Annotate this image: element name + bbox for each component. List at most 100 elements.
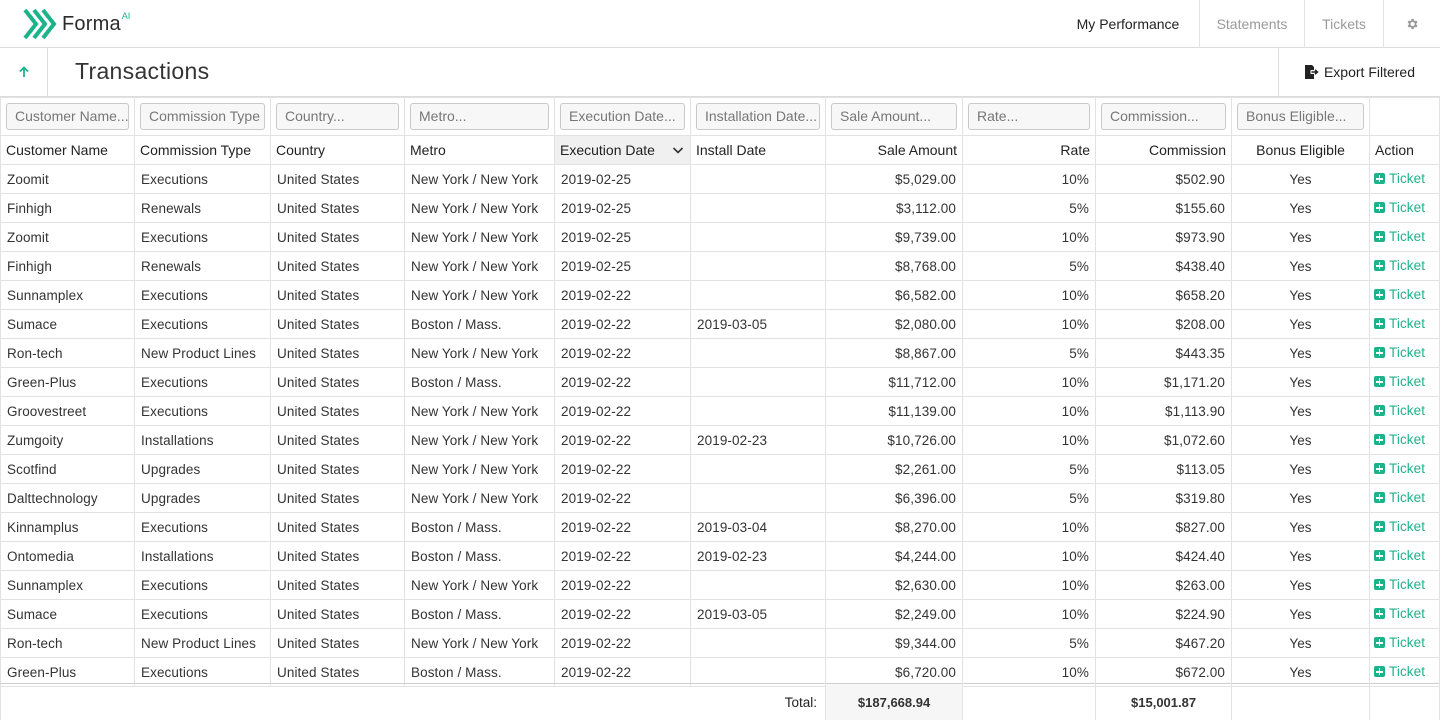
table-row[interactable]: Zumgoity Installations United States New Yo… [0, 425, 1440, 455]
totals-footer: Total: $187,668.94 $15,001.87 [0, 683, 1440, 720]
cell-country: United States [270, 251, 405, 281]
add-ticket-button[interactable]: Ticket [1374, 345, 1425, 360]
cell-install-date: 2019-03-05 [690, 309, 826, 339]
cell-commission-type: Executions [134, 570, 271, 600]
cell-bonus-eligible: Yes [1231, 570, 1370, 600]
table-row[interactable]: Ron-tech New Product Lines United States Ne… [0, 628, 1440, 658]
filter-cell: Execution Date... [554, 97, 691, 136]
filter-bonus-eligible-input[interactable]: Bonus Eligible... [1237, 103, 1364, 130]
cell-customer-name: Sunnamplex [0, 280, 135, 310]
filter-customer-name-input[interactable]: Customer Name... [6, 103, 129, 130]
add-ticket-button[interactable]: Ticket [1374, 287, 1425, 302]
column-header-sale-amount[interactable]: Sale Amount [825, 135, 963, 165]
table-row[interactable]: Finhigh Renewals United States New York / N… [0, 251, 1440, 281]
filter-cell: Country... [270, 97, 405, 136]
plus-square-icon [1374, 550, 1385, 561]
add-ticket-button[interactable]: Ticket [1374, 577, 1425, 592]
add-ticket-button[interactable]: Ticket [1374, 490, 1425, 505]
total-rate-empty [962, 683, 1097, 720]
header-row: Customer Name Commission Type Country Me… [0, 135, 1440, 165]
column-header-commission-type[interactable]: Commission Type [134, 135, 271, 165]
plus-square-icon [1374, 492, 1385, 503]
cell-commission-type: Executions [134, 280, 271, 310]
add-ticket-button[interactable]: Ticket [1374, 316, 1425, 331]
nav-statements[interactable]: Statements [1199, 0, 1304, 47]
add-ticket-button[interactable]: Ticket [1374, 403, 1425, 418]
cell-customer-name: Sumace [0, 599, 135, 629]
cell-action: Ticket [1369, 193, 1440, 223]
cell-execution-date: 2019-02-22 [554, 483, 691, 513]
add-ticket-button[interactable]: Ticket [1374, 606, 1425, 621]
brand-logo[interactable]: Forma AI [22, 8, 130, 40]
table-row[interactable]: Zoomit Executions United States New York / … [0, 164, 1440, 194]
filter-rate-input[interactable]: Rate... [968, 103, 1090, 130]
column-header-install-date[interactable]: Install Date [690, 135, 826, 165]
filter-sale-amount-input[interactable]: Sale Amount... [831, 103, 957, 130]
add-ticket-button[interactable]: Ticket [1374, 548, 1425, 563]
table-row[interactable]: Zoomit Executions United States New York / … [0, 222, 1440, 252]
add-ticket-button[interactable]: Ticket [1374, 229, 1425, 244]
nav-tickets[interactable]: Tickets [1304, 0, 1383, 47]
cell-commission: $658.20 [1095, 280, 1232, 310]
column-header-country[interactable]: Country [270, 135, 405, 165]
cell-rate: 5% [962, 628, 1096, 658]
cell-customer-name: Scotfind [0, 454, 135, 484]
column-header-bonus-eligible[interactable]: Bonus Eligible [1231, 135, 1370, 165]
cell-country: United States [270, 396, 405, 426]
cell-metro: New York / New York [404, 628, 555, 658]
ticket-label: Ticket [1389, 461, 1426, 476]
add-ticket-button[interactable]: Ticket [1374, 374, 1425, 389]
cell-metro: New York / New York [404, 454, 555, 484]
filter-commission-type-input[interactable]: Commission Type [140, 103, 265, 130]
table-row[interactable]: Green-Plus Executions United States Boston … [0, 367, 1440, 397]
cell-commission-type: Renewals [134, 193, 271, 223]
cell-sale-amount: $2,249.00 [825, 599, 963, 629]
table-row[interactable]: Scotfind Upgrades United States New York / … [0, 454, 1440, 484]
filter-metro-input[interactable]: Metro... [410, 103, 549, 130]
back-button[interactable] [0, 48, 48, 96]
export-file-icon [1304, 65, 1319, 79]
add-ticket-button[interactable]: Ticket [1374, 171, 1425, 186]
table-row[interactable]: Ron-tech New Product Lines United States Ne… [0, 338, 1440, 368]
cell-country: United States [270, 222, 405, 252]
cell-sale-amount: $2,630.00 [825, 570, 963, 600]
column-header-metro[interactable]: Metro [404, 135, 555, 165]
settings-button[interactable] [1383, 0, 1440, 47]
table-row[interactable]: Dalttechnology Upgrades United States New Y… [0, 483, 1440, 513]
add-ticket-button[interactable]: Ticket [1374, 258, 1425, 273]
column-header-commission[interactable]: Commission [1095, 135, 1232, 165]
filter-commission-input[interactable]: Commission... [1101, 103, 1226, 130]
cell-action: Ticket [1369, 454, 1440, 484]
filter-installation-date-input[interactable]: Installation Date... [696, 103, 820, 130]
filter-execution-date-input[interactable]: Execution Date... [560, 103, 685, 130]
table-row[interactable]: Sunnamplex Executions United States New Yor… [0, 570, 1440, 600]
add-ticket-button[interactable]: Ticket [1374, 461, 1425, 476]
table-row[interactable]: Sumace Executions United States Boston / Ma… [0, 599, 1440, 629]
cell-bonus-eligible: Yes [1231, 309, 1370, 339]
cell-commission-type: New Product Lines [134, 338, 271, 368]
add-ticket-button[interactable]: Ticket [1374, 519, 1425, 534]
table-row[interactable]: Kinnamplus Executions United States Boston … [0, 512, 1440, 542]
table-row[interactable]: Groovestreet Executions United States New Y… [0, 396, 1440, 426]
add-ticket-button[interactable]: Ticket [1374, 635, 1425, 650]
table-row[interactable]: Finhigh Renewals United States New York / N… [0, 193, 1440, 223]
cell-commission: $319.80 [1095, 483, 1232, 513]
column-header-execution-date[interactable]: Execution Date [554, 135, 691, 165]
cell-execution-date: 2019-02-22 [554, 425, 691, 455]
export-filtered-label: Export Filtered [1323, 64, 1416, 80]
add-ticket-button[interactable]: Ticket [1374, 664, 1425, 679]
cell-commission-type: Installations [134, 425, 271, 455]
table-row[interactable]: Ontomedia Installations United States Bosto… [0, 541, 1440, 571]
filter-country-input[interactable]: Country... [276, 103, 399, 130]
table-row[interactable]: Sunnamplex Executions United States New Yor… [0, 280, 1440, 310]
cell-metro: New York / New York [404, 483, 555, 513]
filter-cell: Bonus Eligible... [1231, 97, 1370, 136]
nav-my-performance[interactable]: My Performance [1057, 0, 1199, 47]
add-ticket-button[interactable]: Ticket [1374, 200, 1425, 215]
export-filtered-button[interactable]: Export Filtered [1278, 48, 1440, 96]
column-header-customer-name[interactable]: Customer Name [0, 135, 135, 165]
table-row[interactable]: Sumace Executions United States Boston / Ma… [0, 309, 1440, 339]
add-ticket-button[interactable]: Ticket [1374, 432, 1425, 447]
plus-square-icon [1374, 521, 1385, 532]
column-header-rate[interactable]: Rate [962, 135, 1096, 165]
